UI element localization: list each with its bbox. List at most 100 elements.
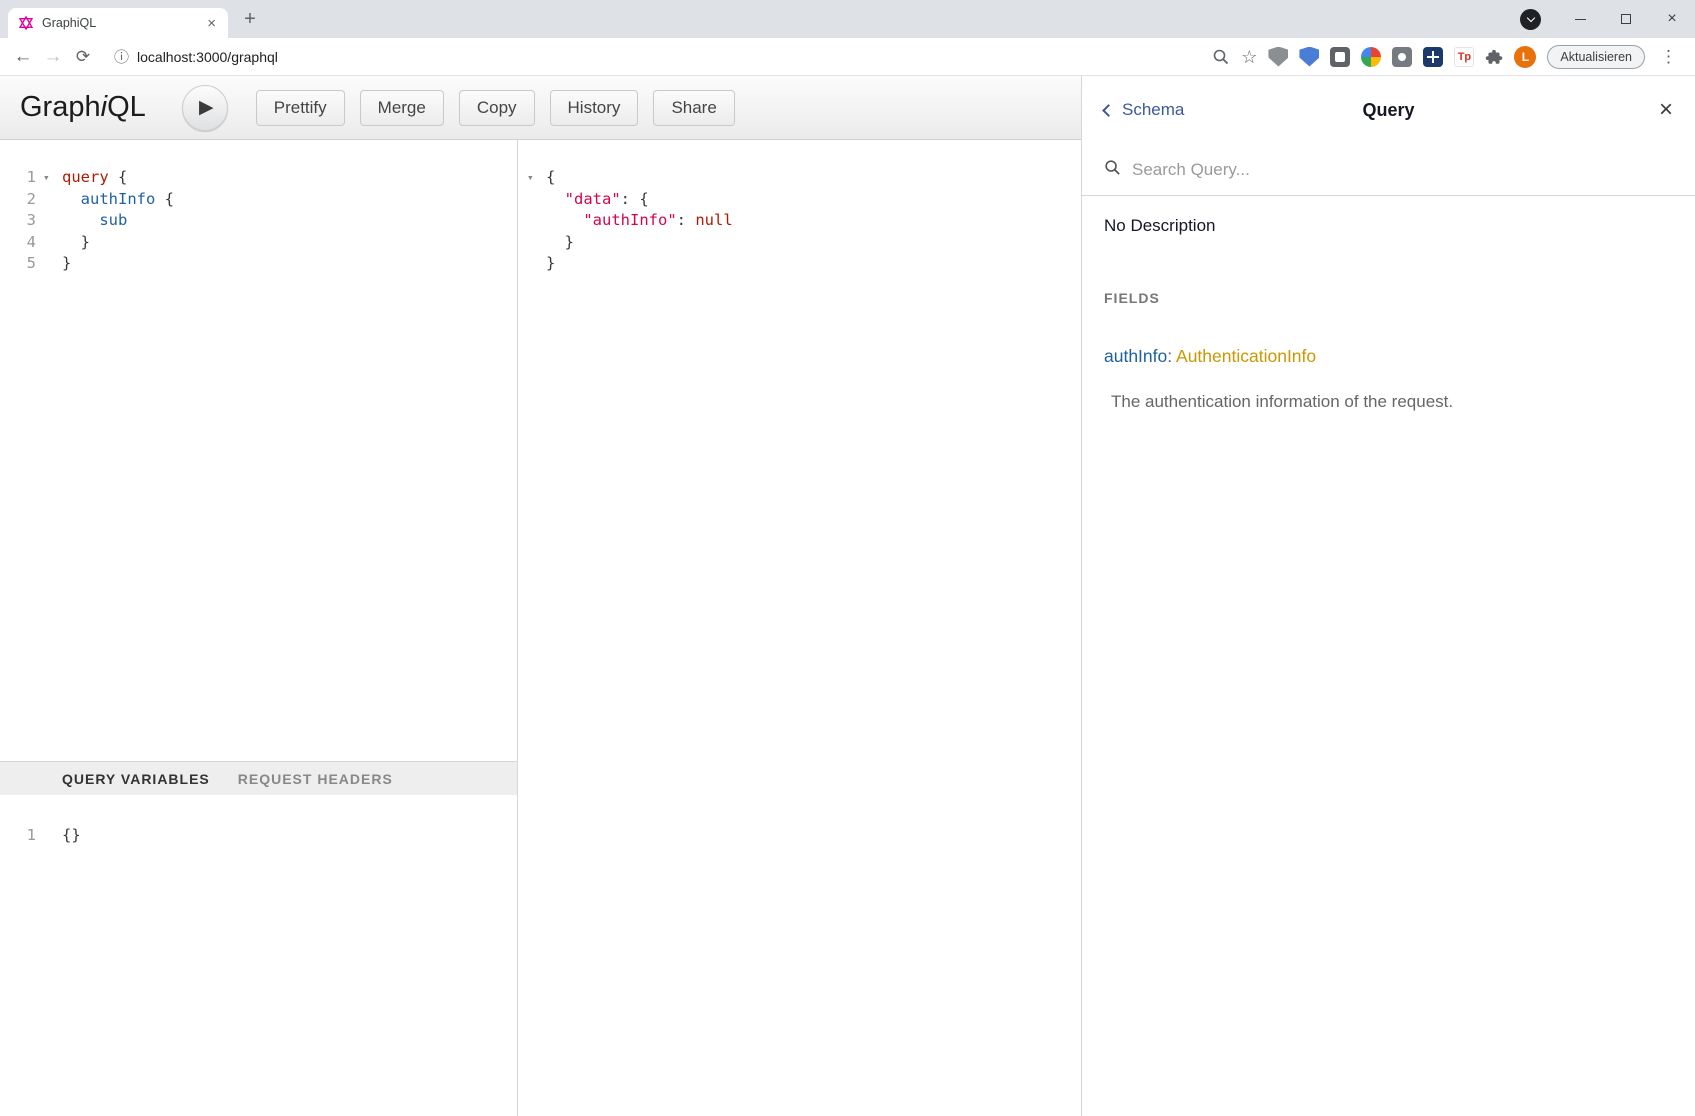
extension-icon-camera[interactable] — [1392, 47, 1412, 67]
code-text: } — [546, 232, 574, 254]
copy-button[interactable]: Copy — [459, 90, 535, 126]
tab-title: GraphiQL — [42, 16, 205, 30]
doc-content: No Description FIELDS authInfo: Authenti… — [1082, 196, 1695, 412]
extension-icon-shield-blue[interactable] — [1299, 47, 1319, 67]
code-line: ▾{ — [518, 167, 1081, 189]
fold-gutter — [40, 253, 62, 275]
search-icon — [1104, 159, 1121, 181]
code-text: { — [546, 167, 555, 189]
variables-title-bar: QUERY VARIABLES REQUEST HEADERS — [0, 761, 517, 795]
code-line: "data": { — [518, 189, 1081, 211]
share-button[interactable]: Share — [653, 90, 734, 126]
tab-request-headers[interactable]: REQUEST HEADERS — [238, 771, 393, 787]
window-close-button[interactable]: × — [1649, 0, 1695, 38]
fold-gutter — [40, 189, 62, 211]
graphiql-topbar: GraphiQL ▶ Prettify Merge Copy History S… — [0, 76, 1081, 140]
code-text: "authInfo": null — [546, 210, 733, 232]
code-line: 2 authInfo { — [0, 189, 517, 211]
code-text: "data": { — [546, 189, 649, 211]
minimize-button[interactable] — [1557, 0, 1603, 38]
line-number: 1 — [0, 167, 40, 189]
profile-avatar[interactable]: L — [1514, 46, 1536, 68]
extension-icon-square[interactable] — [1330, 47, 1350, 67]
extensions-puzzle-icon[interactable] — [1485, 48, 1503, 66]
fold-arrow-icon[interactable]: ▾ — [40, 167, 62, 189]
maximize-button[interactable] — [1603, 0, 1649, 38]
tab-close-icon[interactable]: × — [205, 15, 218, 32]
code-text: } — [62, 232, 90, 254]
extension-icon-tp[interactable]: Tp — [1454, 47, 1474, 67]
maximize-icon — [1621, 14, 1631, 24]
graphiql-toolbar-buttons: Prettify Merge Copy History Share — [256, 90, 735, 126]
code-line: } — [518, 232, 1081, 254]
graphiql-favicon-icon — [18, 15, 34, 31]
code-line: 1{} — [0, 825, 517, 847]
result-viewer: ▾{ "data": { "authInfo": null }} — [518, 167, 1081, 275]
doc-field-colon: : — [1167, 346, 1172, 366]
doc-no-description: No Description — [1104, 216, 1673, 236]
doc-search-bar — [1082, 144, 1695, 196]
code-line: 3 sub — [0, 210, 517, 232]
new-tab-button[interactable]: + — [236, 5, 264, 33]
code-text: sub — [62, 210, 127, 232]
prettify-button[interactable]: Prettify — [256, 90, 345, 126]
doc-close-icon[interactable]: × — [1659, 98, 1673, 122]
forward-icon[interactable]: → — [38, 46, 68, 68]
page-info-icon[interactable]: ⓘ — [114, 46, 129, 67]
browser-window: GraphiQL × + × ← → ⟳ ⓘ localhost:3000/gr… — [0, 0, 1695, 1116]
browser-toolbar: ← → ⟳ ⓘ localhost:3000/graphql ☆ Tp — [0, 38, 1695, 76]
graphiql-app: GraphiQL ▶ Prettify Merge Copy History S… — [0, 76, 1695, 1116]
doc-field-name[interactable]: authInfo — [1104, 346, 1167, 366]
code-line: 4 } — [0, 232, 517, 254]
doc-explorer-header: Schema Query × — [1082, 76, 1695, 144]
history-button[interactable]: History — [550, 90, 639, 126]
variables-editor[interactable]: 1{} — [0, 795, 517, 1116]
code-line: "authInfo": null — [518, 210, 1081, 232]
fold-gutter — [524, 232, 546, 254]
line-number: 1 — [0, 825, 40, 847]
code-text: } — [62, 253, 71, 275]
extension-icon-color-wheel[interactable] — [1361, 47, 1381, 67]
doc-back-button[interactable]: Schema — [1104, 100, 1184, 120]
browser-tab-strip: GraphiQL × + × — [0, 0, 1695, 38]
line-number: 4 — [0, 232, 40, 254]
merge-button[interactable]: Merge — [360, 90, 444, 126]
fold-gutter — [524, 210, 546, 232]
window-controls: × — [1520, 0, 1695, 38]
query-editor[interactable]: 1▾query {2 authInfo {3 sub4 }5} — [0, 140, 517, 761]
zoom-icon[interactable] — [1212, 48, 1230, 66]
back-icon[interactable]: ← — [8, 46, 38, 68]
reload-icon[interactable]: ⟳ — [68, 47, 98, 67]
chevron-left-icon — [1102, 104, 1115, 117]
chevron-down-icon — [1526, 13, 1534, 21]
minimize-icon — [1575, 19, 1586, 20]
code-text: } — [546, 253, 555, 275]
address-bar[interactable]: localhost:3000/graphql — [137, 49, 278, 65]
play-icon: ▶ — [199, 96, 214, 119]
extension-icon-shield-gray[interactable] — [1268, 47, 1288, 67]
code-line: 1▾query { — [0, 167, 517, 189]
doc-field-type[interactable]: AuthenticationInfo — [1176, 346, 1316, 366]
fold-gutter — [40, 210, 62, 232]
extension-icon-navy-star[interactable] — [1423, 47, 1443, 67]
browser-menu-icon[interactable]: ⋮ — [1656, 47, 1681, 67]
editor-panes: 1▾query {2 authInfo {3 sub4 }5} QUERY VA… — [0, 140, 1081, 1116]
line-number: 2 — [0, 189, 40, 211]
execute-button[interactable]: ▶ — [182, 85, 228, 131]
browser-tab[interactable]: GraphiQL × — [8, 8, 228, 38]
tab-search-button[interactable] — [1520, 9, 1541, 30]
tab-query-variables[interactable]: QUERY VARIABLES — [62, 771, 210, 787]
update-button[interactable]: Aktualisieren — [1547, 45, 1645, 69]
graphiql-main: GraphiQL ▶ Prettify Merge Copy History S… — [0, 76, 1081, 1116]
code-line: } — [518, 253, 1081, 275]
bookmark-star-icon[interactable]: ☆ — [1241, 48, 1257, 66]
doc-back-label: Schema — [1122, 100, 1184, 120]
fold-arrow-icon[interactable]: ▾ — [524, 167, 546, 189]
toolbar-right-cluster: ☆ Tp L Aktualisieren ⋮ — [1212, 45, 1687, 69]
fold-gutter — [40, 232, 62, 254]
doc-field-description: The authentication information of the re… — [1104, 392, 1673, 412]
code-text: authInfo { — [62, 189, 174, 211]
doc-title: Query — [1362, 100, 1414, 121]
doc-search-input[interactable] — [1132, 160, 1673, 180]
fold-gutter — [524, 189, 546, 211]
